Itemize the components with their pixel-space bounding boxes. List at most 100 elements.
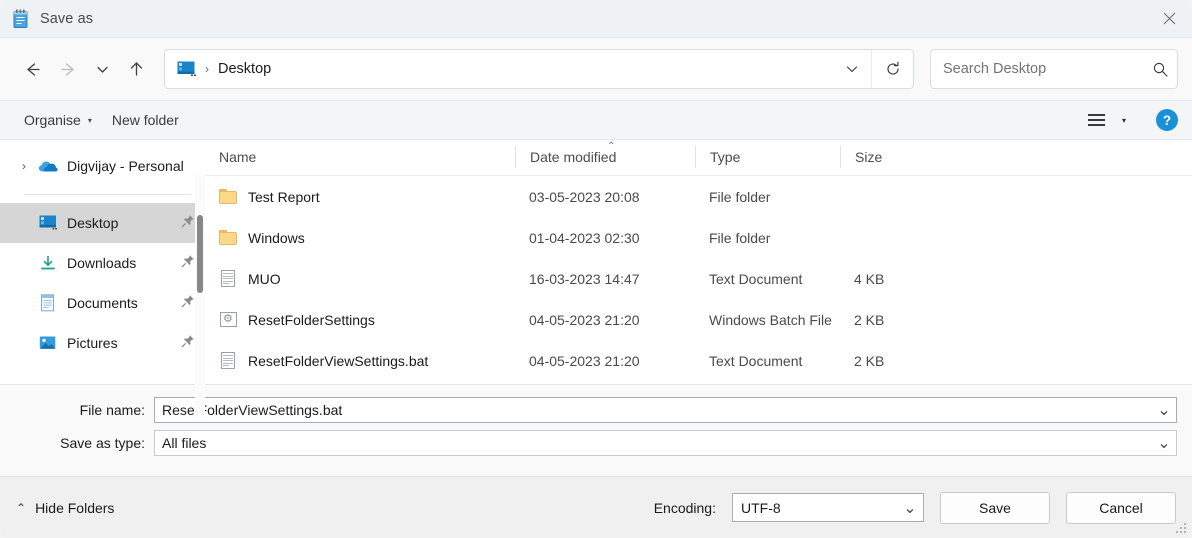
breadcrumb-path[interactable]: Desktop bbox=[218, 61, 271, 77]
encoding-dropdown[interactable]: UTF-8 ⌄ bbox=[732, 493, 924, 522]
dialog-footer: ⌃ Hide Folders Encoding: UTF-8 ⌄ Save Ca… bbox=[0, 476, 1192, 538]
command-toolbar: Organise ▾ New folder ▾ ? bbox=[0, 100, 1192, 140]
organise-button[interactable]: Organise ▾ bbox=[14, 107, 102, 133]
sort-ascending-icon: ⌃ bbox=[607, 141, 616, 152]
chevron-up-icon: ⌃ bbox=[16, 500, 27, 515]
table-row[interactable]: ⚙ ResetFolderSettings 04-05-2023 21:20 W… bbox=[205, 299, 1192, 340]
navigation-pane: › Digvijay - Personal Desktop Downloads … bbox=[0, 140, 205, 419]
onedrive-cloud-icon bbox=[38, 156, 58, 176]
save-as-type-dropdown[interactable]: All files ⌄ bbox=[154, 430, 1177, 456]
sidebar-item-desktop[interactable]: Desktop bbox=[0, 203, 205, 243]
file-size-cell: 2 KB bbox=[854, 352, 885, 369]
hide-folders-button[interactable]: ⌃ Hide Folders bbox=[16, 500, 114, 516]
sidebar-item-documents[interactable]: Documents bbox=[0, 283, 205, 323]
sidebar-item-onedrive[interactable]: › Digvijay - Personal bbox=[0, 146, 205, 186]
file-type-cell: Text Document bbox=[709, 352, 803, 369]
file-name-row: File name: ⌄ bbox=[8, 395, 1184, 425]
column-header-name[interactable]: Name bbox=[205, 146, 515, 168]
pin-icon[interactable] bbox=[181, 254, 195, 273]
help-button[interactable]: ? bbox=[1156, 109, 1178, 131]
file-name-cell: Test Report bbox=[205, 188, 515, 205]
documents-icon bbox=[38, 293, 58, 313]
desktop-icon bbox=[38, 213, 58, 233]
sidebar-divider bbox=[24, 194, 191, 195]
search-icon[interactable] bbox=[1143, 61, 1177, 78]
refresh-button[interactable] bbox=[871, 50, 913, 88]
arrow-left-icon bbox=[26, 62, 40, 76]
search-input[interactable] bbox=[943, 61, 1143, 77]
hamburger-line bbox=[1087, 114, 1105, 117]
pin-icon[interactable] bbox=[181, 294, 195, 313]
table-row[interactable]: Test Report 03-05-2023 20:08 File folder bbox=[205, 176, 1192, 217]
column-header-size[interactable]: Size bbox=[840, 146, 940, 168]
file-name-cell: ⚙ ResetFolderSettings bbox=[205, 311, 515, 328]
notepad-icon bbox=[12, 9, 30, 29]
table-row[interactable]: ResetFolderViewSettings.bat 04-05-2023 2… bbox=[205, 340, 1192, 381]
close-icon bbox=[1163, 12, 1175, 25]
search-box[interactable] bbox=[930, 49, 1178, 89]
pin-icon[interactable] bbox=[181, 334, 195, 353]
address-bar[interactable]: › Desktop bbox=[164, 49, 914, 89]
pictures-icon bbox=[38, 333, 58, 353]
hamburger-line bbox=[1087, 119, 1105, 121]
folder-icon bbox=[219, 229, 238, 246]
arrow-up-icon bbox=[130, 61, 142, 76]
hide-folders-label: Hide Folders bbox=[35, 499, 115, 516]
view-dropdown-button[interactable]: ▾ bbox=[1114, 110, 1134, 131]
recent-locations-button[interactable] bbox=[86, 51, 118, 87]
sidebar-item-downloads[interactable]: Downloads bbox=[0, 243, 205, 283]
chevron-down-icon[interactable]: ⌄ bbox=[1152, 433, 1176, 453]
back-button[interactable] bbox=[14, 51, 50, 87]
new-folder-label: New folder bbox=[111, 112, 179, 128]
save-form: File name: ⌄ Save as type: All files ⌄ bbox=[0, 384, 1192, 469]
navigation-bar: › Desktop bbox=[0, 38, 1192, 100]
column-header-type[interactable]: Type bbox=[695, 146, 840, 168]
encoding-label: Encoding: bbox=[653, 499, 716, 516]
batch-file-icon: ⚙ bbox=[219, 311, 238, 328]
sidebar-item-label: Downloads bbox=[67, 255, 137, 271]
file-name-input[interactable] bbox=[155, 402, 1152, 418]
encoding-value: UTF-8 bbox=[741, 499, 781, 516]
refresh-icon bbox=[886, 61, 899, 75]
toolbar-right-group: ▾ ? bbox=[1083, 108, 1178, 131]
cancel-button[interactable]: Cancel bbox=[1066, 491, 1176, 524]
sidebar-scrollbar-thumb[interactable] bbox=[197, 215, 203, 293]
save-as-type-row: Save as type: All files ⌄ bbox=[8, 428, 1184, 458]
up-button[interactable] bbox=[118, 51, 154, 87]
address-dropdown-button[interactable] bbox=[833, 50, 871, 88]
column-headers: Name Date modified Type Size bbox=[205, 140, 1192, 176]
file-type-cell: File folder bbox=[709, 188, 771, 205]
sidebar-item-label: Documents bbox=[67, 295, 138, 311]
sidebar-item-pictures[interactable]: Pictures bbox=[0, 323, 205, 363]
save-as-type-label: Save as type: bbox=[60, 435, 145, 451]
chevron-right-icon[interactable]: › bbox=[14, 159, 34, 173]
table-row[interactable]: MUO 16-03-2023 14:47 Text Document 4 KB bbox=[205, 258, 1192, 299]
file-name-label: ResetFolderViewSettings.bat bbox=[248, 352, 429, 369]
file-name-field[interactable]: ⌄ bbox=[154, 397, 1177, 423]
sidebar-item-label: Desktop bbox=[67, 215, 119, 231]
table-row[interactable]: Windows 01-04-2023 02:30 File folder bbox=[205, 217, 1192, 258]
sidebar-scrollbar[interactable] bbox=[195, 175, 205, 419]
chevron-down-icon[interactable]: ⌄ bbox=[1152, 400, 1176, 420]
file-name-label: ResetFolderSettings bbox=[248, 311, 375, 328]
save-button[interactable]: Save bbox=[940, 491, 1050, 524]
chevron-down-icon bbox=[846, 66, 858, 73]
resize-grip[interactable] bbox=[1176, 523, 1188, 535]
file-type-cell: Windows Batch File bbox=[709, 311, 832, 328]
file-size-cell: 4 KB bbox=[854, 270, 885, 287]
folder-icon bbox=[219, 188, 238, 205]
chevron-down-icon[interactable]: ⌄ bbox=[897, 498, 923, 518]
pin-icon[interactable] bbox=[181, 214, 195, 233]
close-button[interactable] bbox=[1146, 0, 1192, 38]
file-name-label: Windows bbox=[248, 229, 305, 246]
save-as-dialog: Save as › Desktop Search Desktop Organis… bbox=[0, 0, 1192, 538]
forward-button[interactable] bbox=[50, 51, 86, 87]
chevron-down-icon bbox=[96, 66, 108, 73]
new-folder-button[interactable]: New folder bbox=[102, 107, 189, 133]
file-name-label: MUO bbox=[248, 270, 281, 287]
text-document-icon bbox=[219, 352, 238, 369]
file-date-cell: 04-05-2023 21:20 bbox=[529, 352, 640, 369]
view-options-button[interactable] bbox=[1083, 108, 1110, 131]
text-document-icon bbox=[219, 270, 238, 287]
column-header-date-modified[interactable]: Date modified bbox=[515, 146, 695, 168]
